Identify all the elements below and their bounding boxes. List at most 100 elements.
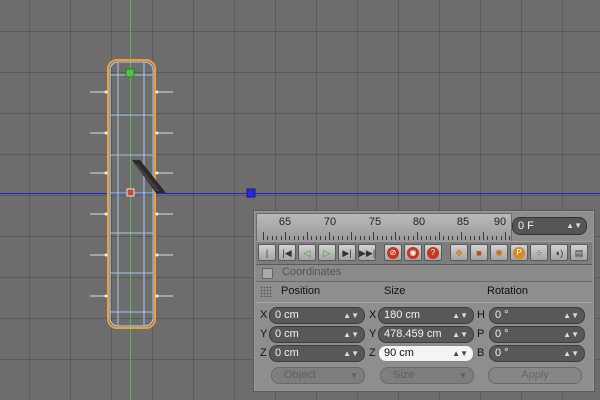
coordinates-header: Coordinates (256, 265, 592, 282)
rotation-b-input[interactable]: 0 ° ▲▼ (489, 345, 585, 362)
timeline-tick (425, 236, 427, 240)
rotation-h-label: H (477, 309, 485, 321)
timeline-tick (408, 236, 410, 240)
autokeying-icon: ◉ (407, 247, 419, 259)
timeline-tick (271, 236, 273, 240)
spinner-icon[interactable]: ▲▼ (338, 308, 359, 323)
timeline-ruler[interactable]: 65 70 75 80 85 90 (256, 213, 512, 242)
timeline-tick (333, 236, 335, 240)
tick-label: 85 (456, 216, 470, 228)
coordinate-mode-dropdown[interactable]: Object ▼ (271, 367, 365, 384)
sound-button[interactable]: ◖) (550, 244, 568, 261)
timeline-tick (302, 236, 304, 240)
grip-icon[interactable] (260, 286, 272, 297)
spinner-icon[interactable]: ▲▼ (447, 327, 468, 342)
timeline-tick (403, 236, 405, 240)
spinner-icon[interactable]: ▲▼ (558, 308, 579, 323)
spinner-icon[interactable]: ▲▼ (447, 346, 468, 361)
timeline-tick (443, 236, 445, 240)
play-backward-button[interactable]: ◁ (298, 244, 316, 261)
timeline-tick (280, 236, 282, 240)
timeline-tick (465, 236, 467, 240)
spinner-icon[interactable]: ▲▼ (561, 218, 582, 234)
timeline-tick (421, 236, 423, 240)
spinner-icon[interactable]: ▲▼ (558, 346, 579, 361)
timeline-tick (346, 236, 348, 240)
next-key-button[interactable]: ▶| (338, 244, 356, 261)
play-forward-button[interactable]: ▷ (318, 244, 336, 261)
timeline-tick (509, 236, 511, 240)
timeline-tick (390, 236, 392, 240)
coordinates-checkbox[interactable] (262, 268, 273, 279)
timeline-tick (434, 236, 436, 240)
rotation-h-input[interactable]: 0 ° ▲▼ (489, 307, 585, 324)
size-y-input[interactable]: 478.459 cm ▲▼ (378, 326, 474, 343)
timeline-tick (267, 236, 269, 240)
rotation-p-input[interactable]: 0 ° ▲▼ (489, 326, 585, 343)
size-x-input[interactable]: 180 cm ▲▼ (378, 307, 474, 324)
next-key-icon: ▶| (342, 248, 352, 258)
timeline-tick (276, 236, 278, 240)
spinner-icon[interactable]: ▲▼ (558, 327, 579, 342)
position-z-input[interactable]: 0 cm ▲▼ (269, 345, 365, 362)
go-to-end-icon: ▶▶| (359, 248, 376, 258)
previous-key-button[interactable]: |◀ (278, 244, 296, 261)
go-to-end-button[interactable]: ▶▶| (358, 244, 376, 261)
timeline-tick (359, 236, 361, 240)
scale-tool-button[interactable]: ■ (470, 244, 488, 261)
spinner-icon[interactable]: ▲▼ (338, 327, 359, 342)
position-y-input[interactable]: 0 cm ▲▼ (269, 326, 365, 343)
current-frame-field[interactable]: 0 F ▲▼ (512, 217, 587, 235)
size-x-value: 180 cm (384, 309, 421, 321)
spinner-icon[interactable]: ▲▼ (338, 346, 359, 361)
coordinates-panel: 65 70 75 80 85 90 0 F ▲▼ |◀◀ |◀ ◁ ▷ ▶| ▶… (253, 210, 595, 392)
timeline-tick (329, 232, 330, 240)
position-x-value: 0 cm (275, 309, 299, 321)
timeline-tick (364, 236, 366, 240)
apply-button[interactable]: Apply (488, 367, 582, 384)
parameter-button[interactable]: P (510, 244, 528, 261)
timeline-tick (289, 236, 291, 240)
timeline-tick (483, 232, 484, 240)
size-z-input[interactable]: 90 cm ▲▼ (378, 345, 474, 362)
go-to-start-button[interactable]: |◀◀ (258, 244, 276, 275)
timeline-tick (386, 236, 388, 240)
transport-toolbar: |◀◀ |◀ ◁ ▷ ▶| ▶▶| ⊘ ◉ ? ✥ ■ ✺ P ⁘ ◖) ▤ (256, 241, 592, 275)
tick-label: 65 (278, 216, 292, 228)
dots-grid-button[interactable]: ⁘ (530, 244, 548, 261)
parameter-icon: P (513, 247, 525, 259)
timeline-tick (491, 236, 493, 240)
spinner-icon[interactable]: ▲▼ (447, 308, 468, 323)
timeline-tick (311, 236, 313, 240)
help-icon: ? (427, 247, 439, 259)
move-tool-button[interactable]: ✥ (450, 244, 468, 261)
autokeying-button[interactable]: ◉ (404, 244, 422, 261)
document-button[interactable]: ▤ (570, 244, 588, 261)
position-y-value: 0 cm (275, 328, 299, 340)
rotate-tool-icon: ✺ (495, 248, 503, 258)
record-keys-button[interactable]: ⊘ (384, 244, 402, 261)
coordinates-title: Coordinates (282, 266, 342, 278)
size-z-value: 90 cm (384, 347, 414, 359)
timeline-tick (417, 232, 418, 240)
timeline-tick (324, 236, 326, 240)
timeline-tick (355, 236, 357, 240)
timeline-tick (263, 232, 264, 240)
timeline-tick (469, 236, 471, 240)
timeline-tick (293, 236, 295, 240)
position-z-value: 0 cm (275, 347, 299, 359)
record-keys-icon: ⊘ (387, 247, 399, 259)
chevron-down-icon: ▼ (459, 371, 467, 380)
scale-tool-icon: ■ (476, 248, 482, 258)
rotate-tool-button[interactable]: ✺ (490, 244, 508, 261)
help-button[interactable]: ? (424, 244, 442, 261)
timeline-tick (439, 232, 440, 240)
tick-label: 75 (368, 216, 382, 228)
timeline-tick (474, 236, 476, 240)
size-mode-dropdown[interactable]: Size ▼ (380, 367, 474, 384)
rotation-h-value: 0 ° (495, 309, 509, 321)
timeline-tick (399, 236, 401, 240)
x-axis-handle (246, 188, 256, 198)
position-x-input[interactable]: 0 cm ▲▼ (269, 307, 365, 324)
size-mode-value: Size (393, 369, 415, 381)
